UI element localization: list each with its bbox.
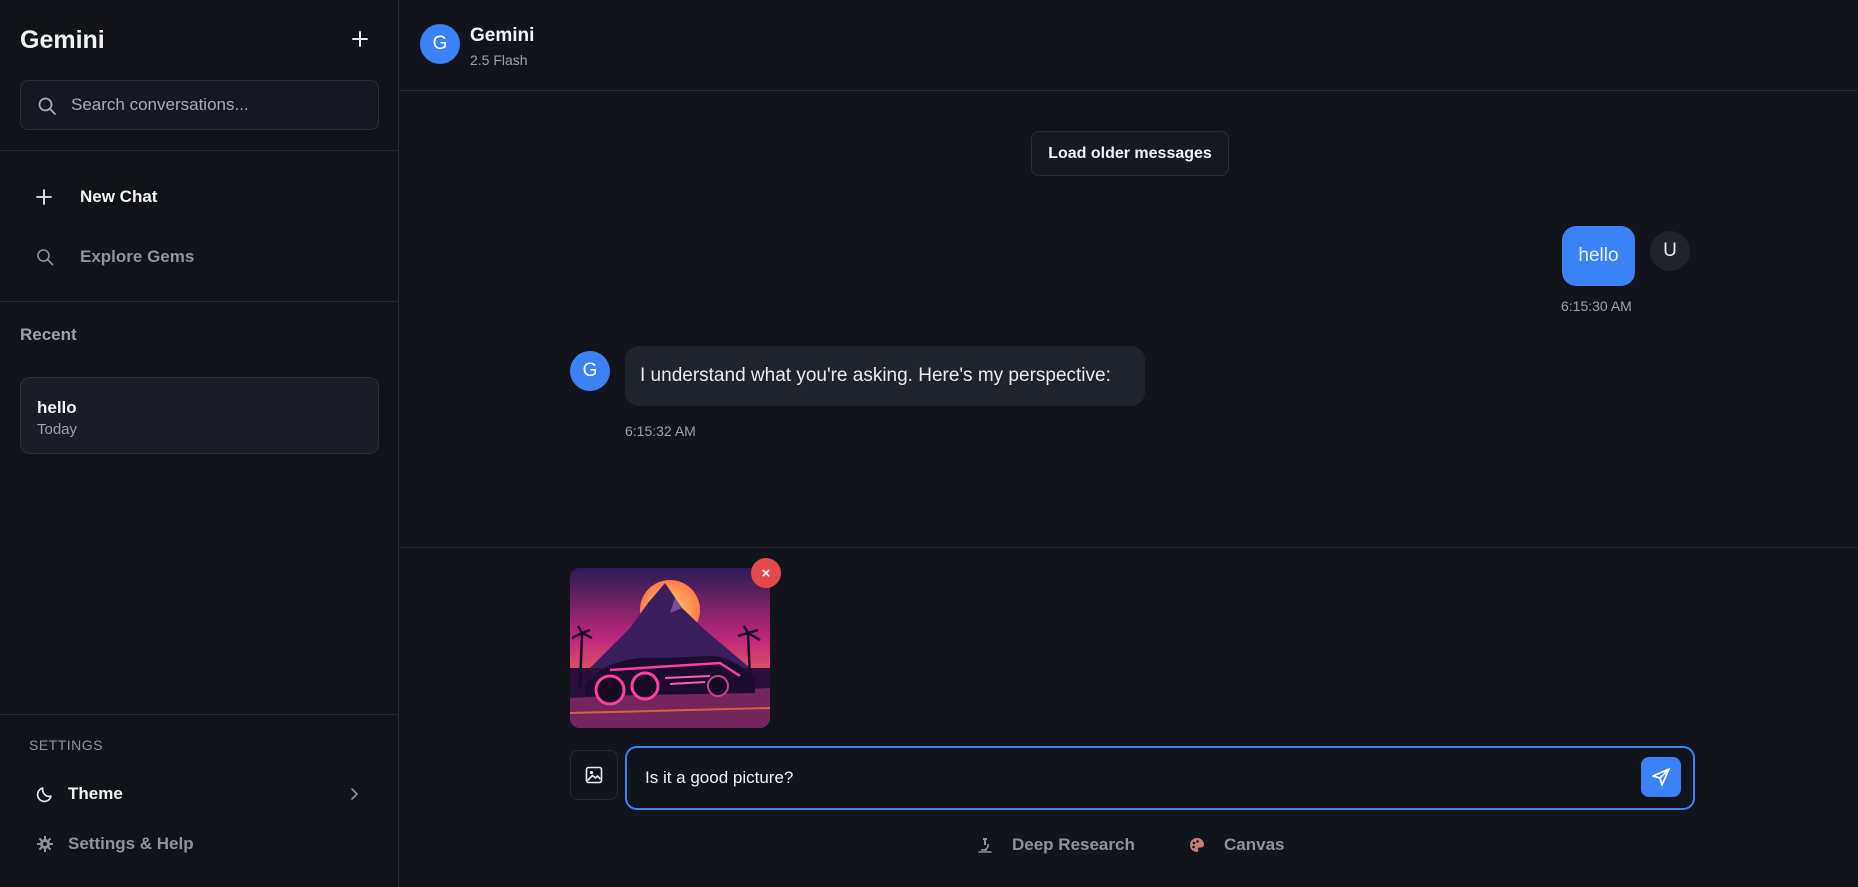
image-icon (585, 766, 603, 784)
sidebar: Gemini New Chat Explore Gems Recent hell… (0, 0, 399, 887)
synthwave-car-image (570, 568, 770, 728)
user-message-bubble: hello (1562, 226, 1635, 286)
recent-chat-item[interactable]: hello Today (20, 377, 379, 454)
search-icon (38, 97, 56, 115)
settings-help-menu-item[interactable]: Settings & Help (36, 829, 194, 859)
model-avatar: G (420, 24, 460, 64)
plus-icon (352, 31, 368, 47)
microscope-icon (978, 838, 992, 853)
send-button[interactable] (1641, 757, 1681, 797)
new-chat-button[interactable]: New Chat (36, 182, 157, 212)
chevron-right-icon (351, 788, 358, 800)
attach-image-button[interactable] (570, 750, 618, 800)
divider (0, 301, 399, 302)
remove-attachment-button[interactable]: × (751, 558, 781, 588)
assistant-message-bubble: I understand what you're asking. Here's … (625, 346, 1145, 406)
new-chat-plus-button[interactable] (347, 26, 373, 52)
recent-heading: Recent (20, 325, 77, 344)
model-version: 2.5 Flash (470, 52, 528, 68)
canvas-button[interactable]: Canvas (1188, 830, 1284, 860)
model-name: Gemini (470, 25, 535, 46)
send-icon (1652, 768, 1670, 786)
deep-research-label: Deep Research (1012, 835, 1135, 854)
user-message-time: 6:15:30 AM (1561, 298, 1632, 314)
chat-header: G Gemini 2.5 Flash (400, 0, 1858, 91)
chat-item-date: Today (37, 421, 78, 438)
gear-icon (37, 836, 53, 852)
plus-icon (36, 189, 52, 205)
explore-gems-button[interactable]: Explore Gems (36, 242, 194, 272)
divider (0, 150, 399, 151)
app-title: Gemini (20, 26, 105, 54)
assistant-avatar: G (570, 351, 610, 391)
theme-label: Theme (68, 784, 123, 803)
chat-item-title: hello (37, 398, 77, 417)
message-input-box[interactable] (625, 746, 1695, 810)
new-chat-label: New Chat (80, 187, 158, 206)
load-older-messages-button[interactable]: Load older messages (1031, 131, 1229, 176)
moon-icon (36, 787, 52, 803)
search-input[interactable] (71, 95, 378, 115)
assistant-message-time: 6:15:32 AM (625, 423, 696, 439)
settings-help-label: Settings & Help (68, 834, 194, 853)
composer-divider (400, 547, 1858, 548)
search-icon (37, 249, 54, 266)
explore-gems-label: Explore Gems (80, 247, 195, 266)
deep-research-button[interactable]: Deep Research (976, 830, 1135, 860)
palette-icon (1190, 838, 1204, 852)
attached-image-thumbnail[interactable] (570, 568, 770, 728)
user-avatar: U (1650, 231, 1690, 271)
divider (0, 714, 399, 715)
message-input[interactable] (645, 764, 1605, 792)
settings-heading: SETTINGS (29, 737, 104, 753)
canvas-label: Canvas (1224, 835, 1285, 854)
search-box[interactable] (20, 80, 379, 130)
theme-menu-item[interactable]: Theme (36, 779, 362, 809)
